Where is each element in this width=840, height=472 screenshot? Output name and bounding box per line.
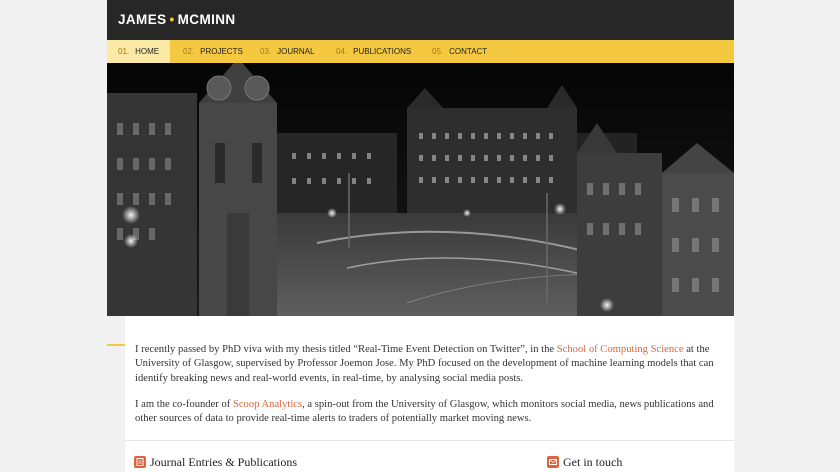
hero-image — [107, 63, 734, 316]
night-city-square-photo — [107, 63, 734, 316]
nav-num: 04. — [336, 47, 348, 56]
lower-sections: Journal Entries & Publications Get in to… — [125, 441, 734, 472]
nav-num: 01. — [118, 47, 130, 56]
intro-text: I recently passed by PhD viva with my th… — [135, 344, 557, 355]
nav-item-home[interactable]: 01. HOME — [107, 40, 170, 63]
logo-last: MCMINN — [177, 12, 236, 27]
intro-paragraph-2: I am the co-founder of Scoop Analytics, … — [135, 398, 731, 427]
envelope-icon — [547, 456, 559, 468]
nav-label: PUBLICATIONS — [353, 47, 412, 56]
intro-card: I recently passed by PhD viva with my th… — [125, 316, 734, 440]
main-nav: 01. HOME 02. PROJECTS 03. JOURNAL 04. PUBLIC… — [107, 40, 734, 63]
nav-item-journal[interactable]: 03. JOURNAL — [260, 40, 314, 63]
nav-item-contact[interactable]: 05. CONTACT — [432, 40, 487, 63]
contact-section-heading: Get in touch — [547, 455, 622, 470]
nav-num: 02. — [183, 47, 195, 56]
site-header: JAMES • MCMINN — [107, 0, 734, 40]
nav-num: 03. — [260, 47, 272, 56]
logo-dot: • — [169, 12, 175, 27]
school-link[interactable]: School of Computing Science — [557, 344, 684, 355]
nav-label: JOURNAL — [277, 47, 315, 56]
intro-text: I am the co-founder of — [135, 399, 233, 410]
nav-num: 05. — [432, 47, 444, 56]
contact-section-title: Get in touch — [563, 455, 623, 469]
scoop-analytics-link[interactable]: Scoop Analytics — [233, 399, 302, 410]
nav-label: CONTACT — [449, 47, 488, 56]
page: JAMES • MCMINN 01. HOME 02. PROJECTS 03. JOUR… — [107, 0, 734, 472]
nav-label: PROJECTS — [200, 47, 243, 56]
intro-paragraph-1: I recently passed by PhD viva with my th… — [135, 343, 731, 386]
accent-strip — [107, 316, 125, 346]
nav-item-projects[interactable]: 02. PROJECTS — [183, 40, 243, 63]
journal-section-title: Journal Entries & Publications — [150, 455, 297, 469]
logo-first: JAMES — [118, 12, 167, 27]
document-icon — [134, 456, 146, 468]
nav-label: HOME — [135, 47, 160, 56]
site-logo[interactable]: JAMES • MCMINN — [118, 12, 236, 27]
nav-item-publications[interactable]: 04. PUBLICATIONS — [336, 40, 411, 63]
journal-section-heading: Journal Entries & Publications — [134, 455, 297, 470]
